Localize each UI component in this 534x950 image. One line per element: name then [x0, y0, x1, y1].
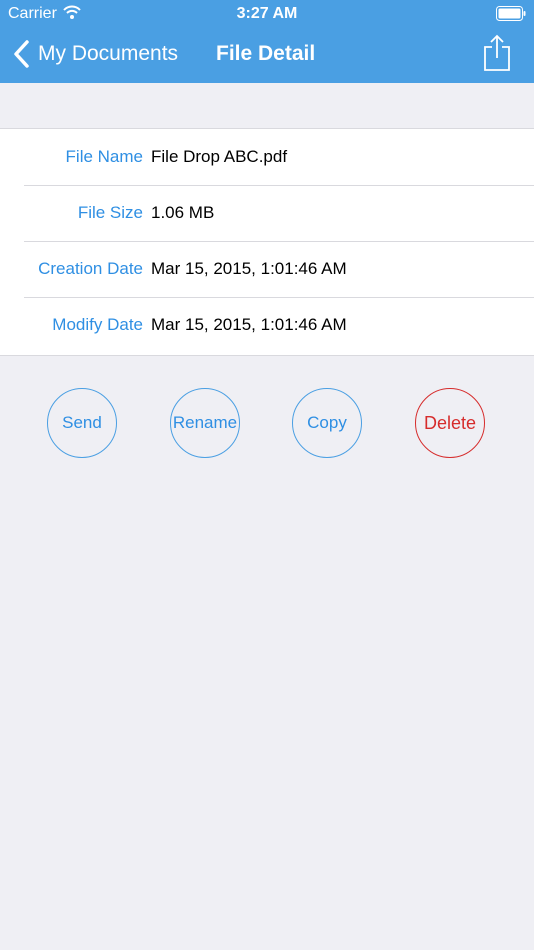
- rename-button[interactable]: Rename: [170, 388, 240, 458]
- detail-label: Creation Date: [38, 259, 143, 278]
- copy-button[interactable]: Copy: [292, 388, 362, 458]
- status-bar: Carrier 3:27 AM: [0, 0, 534, 28]
- back-button[interactable]: My Documents: [12, 38, 178, 70]
- detail-row-creation-date: Creation Date Mar 15, 2015, 1:01:46 AM: [0, 241, 534, 297]
- battery-icon: [496, 6, 526, 21]
- page-title: File Detail: [216, 42, 316, 65]
- detail-value: 1.06 MB: [151, 203, 215, 222]
- delete-button[interactable]: Delete: [415, 388, 485, 458]
- send-button[interactable]: Send: [47, 388, 117, 458]
- detail-value: Mar 15, 2015, 1:01:46 AM: [151, 315, 347, 334]
- nav-bar: My Documents File Detail: [0, 28, 534, 83]
- navigation-header: Carrier 3:27 AM My Documents File Detail: [0, 0, 534, 83]
- detail-label: File Size: [77, 203, 143, 222]
- back-button-label: My Documents: [38, 42, 179, 65]
- chevron-left-icon: [14, 40, 29, 68]
- detail-value: File Drop ABC.pdf: [151, 147, 288, 166]
- detail-row-modify-date: Modify Date Mar 15, 2015, 1:01:46 AM: [0, 297, 534, 353]
- status-time: 3:27 AM: [236, 5, 298, 22]
- file-details-table: File Name File Drop ABC.pdf File Size 1.…: [0, 128, 534, 356]
- detail-value: Mar 15, 2015, 1:01:46 AM: [151, 259, 347, 278]
- detail-label: Modify Date: [52, 315, 143, 334]
- detail-label: File Name: [65, 147, 143, 166]
- detail-row-file-size: File Size 1.06 MB: [0, 185, 534, 241]
- detail-row-file-name: File Name File Drop ABC.pdf: [0, 129, 534, 185]
- share-icon[interactable]: [482, 34, 512, 72]
